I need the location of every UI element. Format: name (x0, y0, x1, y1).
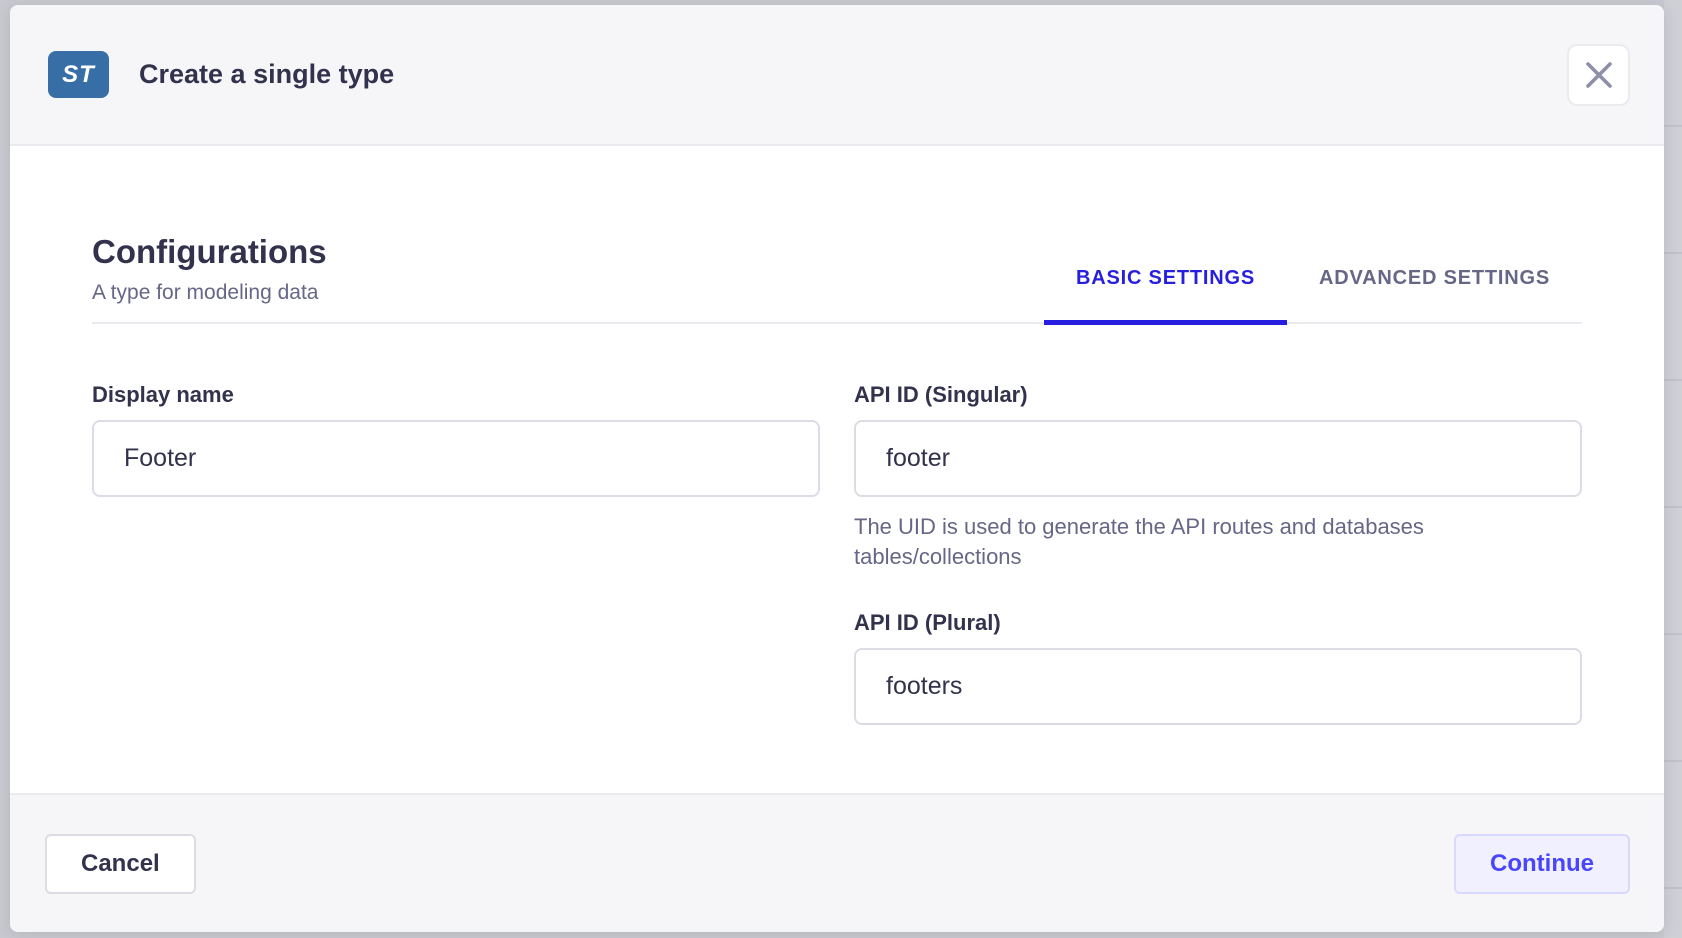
close-button[interactable] (1567, 44, 1630, 106)
api-id-singular-input[interactable] (854, 420, 1582, 497)
cancel-button[interactable]: Cancel (45, 834, 196, 894)
single-type-badge-icon: ST (48, 51, 109, 98)
api-id-plural-input[interactable] (854, 648, 1582, 725)
section-subtitle: A type for modeling data (92, 280, 327, 306)
modal-header: ST Create a single type (10, 5, 1664, 146)
create-single-type-modal: ST Create a single type Configurations A… (10, 5, 1664, 932)
display-name-input[interactable] (92, 420, 820, 497)
display-name-label: Display name (92, 382, 820, 408)
api-id-plural-label: API ID (Plural) (854, 610, 1582, 636)
modal-body: Configurations A type for modeling data … (10, 146, 1664, 793)
close-icon (1584, 60, 1614, 90)
continue-button[interactable]: Continue (1454, 834, 1630, 894)
configuration-form: Display name API ID (Singular) The UID i… (92, 382, 1582, 725)
display-name-field-group: Display name (92, 382, 820, 497)
form-column-left: Display name (92, 382, 820, 725)
tab-basic-settings[interactable]: BASIC SETTINGS (1044, 267, 1287, 325)
api-id-singular-field-group: API ID (Singular) The UID is used to gen… (854, 382, 1582, 572)
settings-tabs: BASIC SETTINGS ADVANCED SETTINGS (1044, 267, 1582, 322)
api-id-singular-label: API ID (Singular) (854, 382, 1582, 408)
api-id-plural-field-group: API ID (Plural) (854, 610, 1582, 725)
modal-title: Create a single type (139, 59, 394, 90)
section-header: Configurations A type for modeling data … (92, 232, 1582, 324)
section-title: Configurations (92, 232, 327, 272)
api-id-singular-hint: The UID is used to generate the API rout… (854, 512, 1514, 572)
dimmed-page-behind (1664, 0, 1682, 938)
section-titles: Configurations A type for modeling data (92, 232, 327, 322)
modal-footer: Cancel Continue (10, 793, 1664, 932)
tab-advanced-settings[interactable]: ADVANCED SETTINGS (1287, 267, 1582, 325)
form-column-right: API ID (Singular) The UID is used to gen… (854, 382, 1582, 725)
